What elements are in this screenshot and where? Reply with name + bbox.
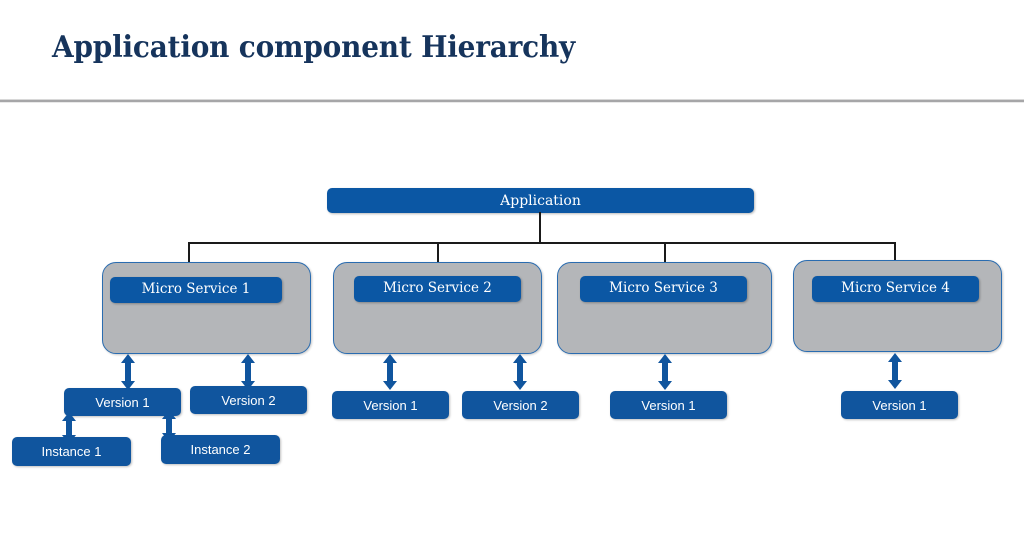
arrow-ms3-version1 (657, 354, 673, 390)
node-microservice-4[interactable]: Micro Service 4 (812, 276, 979, 302)
arrow-ms1-version2 (240, 354, 256, 390)
arrow-ms2-version1 (382, 354, 398, 390)
node-ms2-version-1[interactable]: Version 1 (332, 391, 449, 419)
node-application[interactable]: Application (327, 188, 754, 213)
node-ms2-version-2[interactable]: Version 2 (462, 391, 579, 419)
title-divider (0, 99, 1024, 103)
slide-canvas: Application component Hierarchy Applicat… (0, 0, 1024, 539)
connector-drop-ms2 (437, 242, 439, 263)
arrow-ms2-version2 (512, 354, 528, 390)
connector-bus (188, 242, 896, 244)
node-ms4-version-1[interactable]: Version 1 (841, 391, 958, 419)
connector-drop-ms3 (664, 242, 666, 263)
node-microservice-3[interactable]: Micro Service 3 (580, 276, 747, 302)
microservice-container-1[interactable] (102, 262, 311, 354)
connector-drop-ms1 (188, 242, 190, 263)
node-ms1-v1-instance-1[interactable]: Instance 1 (12, 437, 131, 466)
arrow-ms1-version1 (120, 354, 136, 390)
arrow-ms4-version1 (887, 353, 903, 389)
node-ms1-v1-instance-2[interactable]: Instance 2 (161, 435, 280, 464)
node-microservice-1[interactable]: Micro Service 1 (110, 277, 282, 303)
page-title: Application component Hierarchy (52, 30, 576, 65)
node-microservice-2[interactable]: Micro Service 2 (354, 276, 521, 302)
node-ms1-version-2[interactable]: Version 2 (190, 386, 307, 414)
node-ms3-version-1[interactable]: Version 1 (610, 391, 727, 419)
connector-root-stem (539, 212, 541, 243)
microservice-container-4[interactable] (793, 260, 1002, 352)
